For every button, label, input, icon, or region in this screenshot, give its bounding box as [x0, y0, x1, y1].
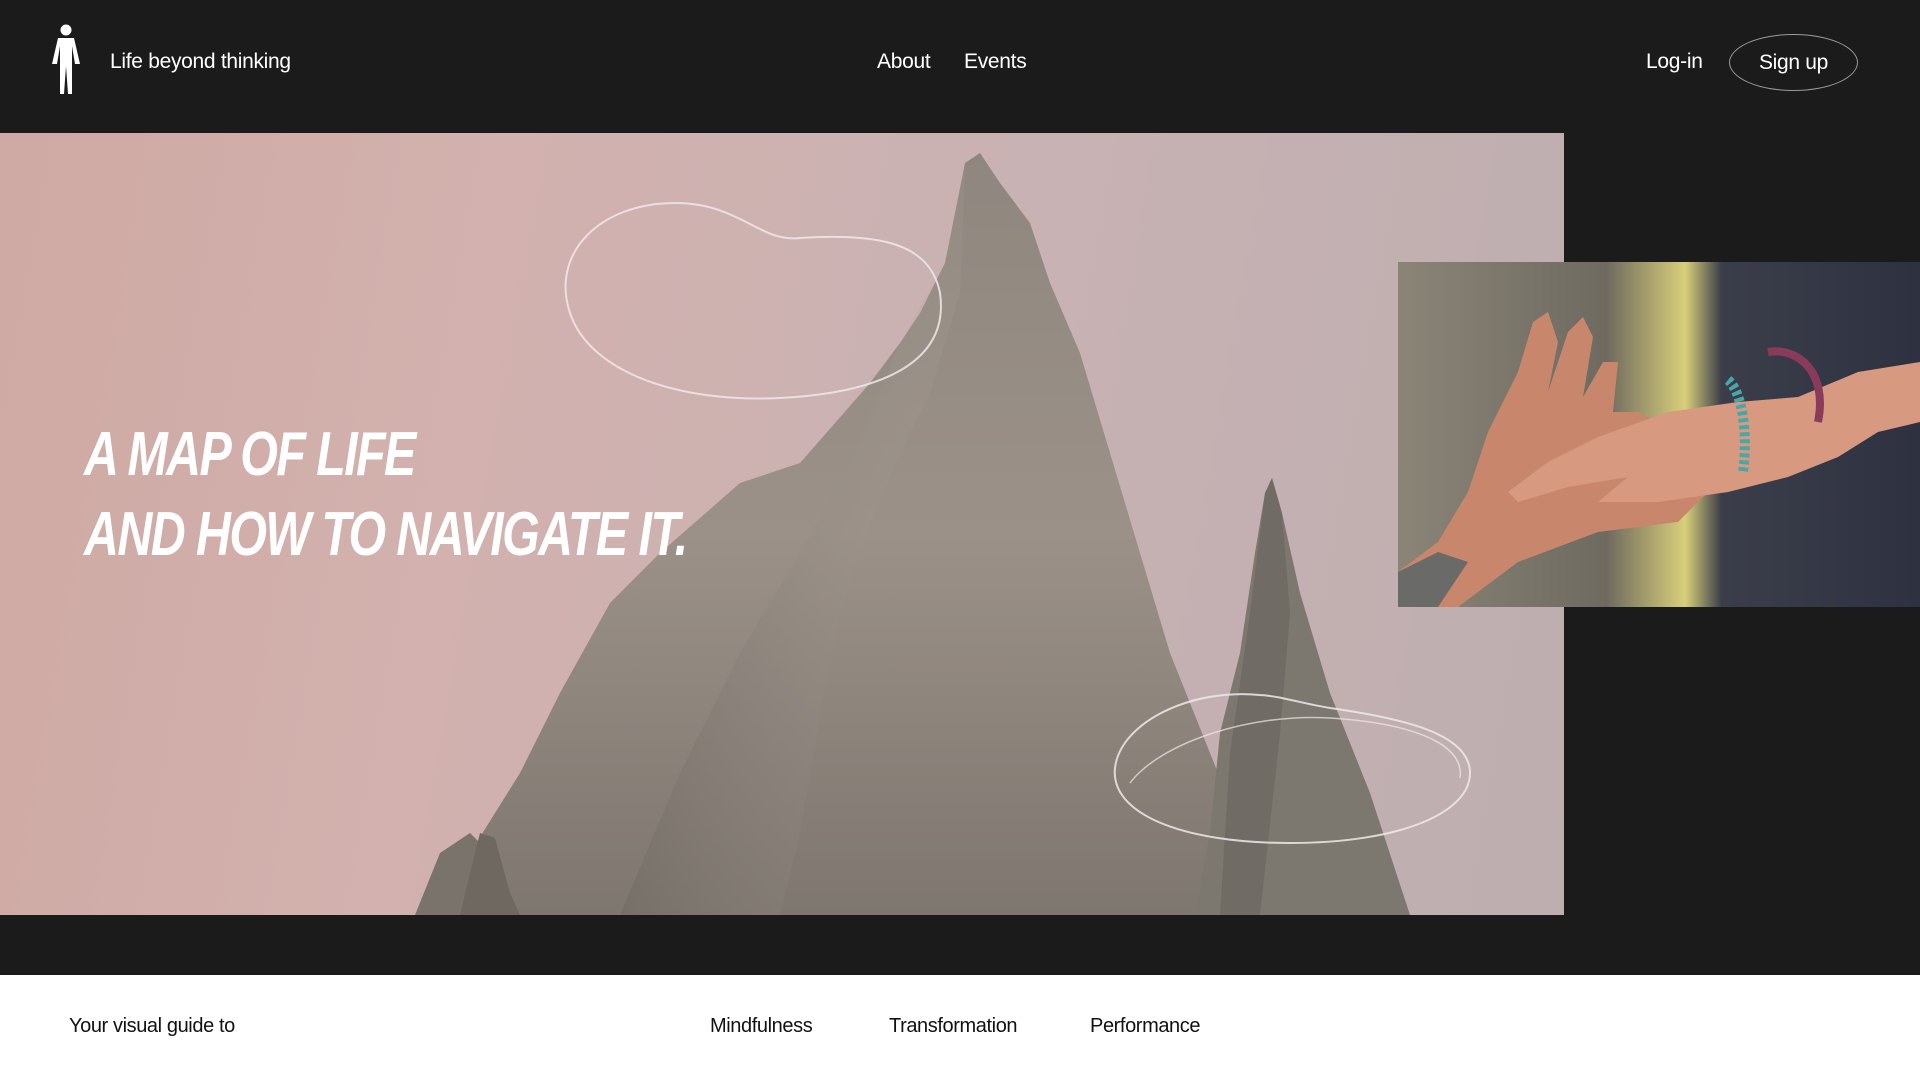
- hero-headline: A MAP OF LIFE AND HOW TO NAVIGATE IT.: [84, 415, 688, 575]
- guide-band: Your visual guide to Mindfulness Transfo…: [0, 975, 1920, 1075]
- nav-about-link[interactable]: About: [877, 50, 931, 74]
- guide-lead-text: Your visual guide to: [69, 1015, 235, 1037]
- signup-button[interactable]: Sign up: [1729, 34, 1858, 91]
- topic-performance[interactable]: Performance: [1090, 1015, 1200, 1038]
- brand-name[interactable]: Life beyond thinking: [110, 50, 291, 74]
- topic-transformation[interactable]: Transformation: [889, 1015, 1018, 1038]
- person-figure-icon[interactable]: [47, 24, 85, 94]
- nav-events-link[interactable]: Events: [964, 50, 1027, 74]
- hands-illustration: [1398, 262, 1920, 607]
- topic-mindfulness[interactable]: Mindfulness: [710, 1015, 813, 1038]
- login-link[interactable]: Log-in: [1646, 50, 1703, 74]
- site-header: Life beyond thinking About Events Log-in…: [0, 0, 1920, 133]
- headline-line-1: A MAP OF LIFE: [84, 420, 416, 489]
- hero-image: A MAP OF LIFE AND HOW TO NAVIGATE IT.: [0, 133, 1564, 915]
- hands-photo: [1398, 262, 1920, 607]
- headline-line-2: AND HOW TO NAVIGATE IT.: [84, 500, 688, 569]
